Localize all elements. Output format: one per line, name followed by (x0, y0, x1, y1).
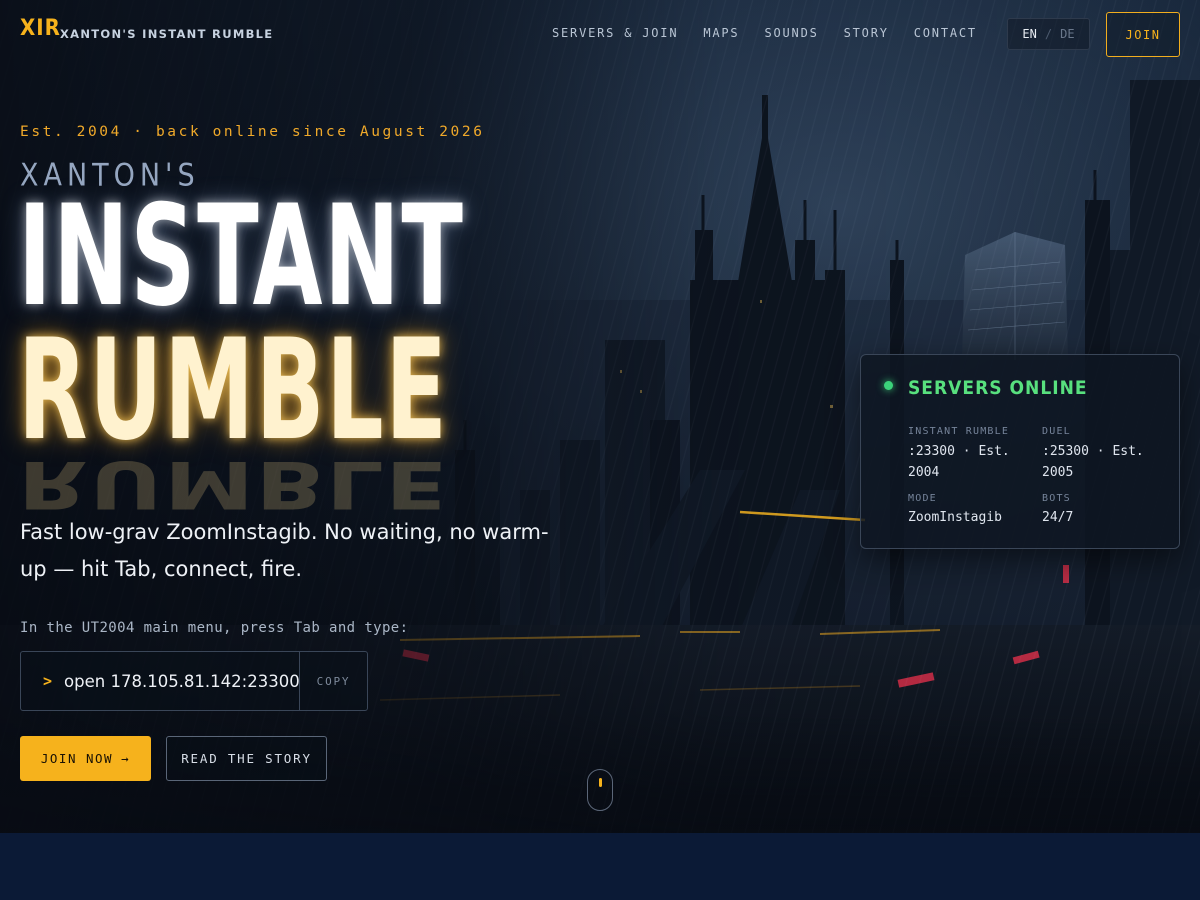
read-story-button[interactable]: READ THE STORY (166, 736, 327, 781)
nav-links: SERVERS & JOIN MAPS SOUNDS STORY CONTACT (552, 26, 977, 40)
language-switcher: EN / DE (1007, 18, 1090, 50)
hero-eyebrow: Est. 2004 · back online since August 202… (20, 124, 485, 140)
nav-link-servers-join[interactable]: SERVERS & JOIN (552, 26, 678, 40)
server-value-bots: 24/7 (1042, 510, 1074, 525)
server-label-bots: BOTS (1042, 493, 1071, 504)
online-status-dot-icon (884, 381, 893, 390)
copy-command-button[interactable]: COPY (299, 652, 367, 710)
nav-join-button[interactable]: JOIN (1106, 12, 1180, 57)
prompt-icon: > (43, 672, 53, 690)
hero-title-reflection: RUMBLE (18, 446, 449, 523)
hero-title-rumble: RUMBLE (18, 308, 449, 472)
server-value-instant-rumble: :23300 · Est. 2004 (908, 444, 1010, 480)
logo-mark[interactable]: XIR (20, 16, 61, 41)
server-value-mode: ZoomInstagib (908, 510, 1002, 525)
lang-en[interactable]: EN (1022, 27, 1036, 41)
servers-online-card: SERVERS ONLINE INSTANT RUMBLE :23300 · E… (860, 354, 1180, 549)
lang-separator: / (1044, 27, 1053, 41)
lang-de[interactable]: DE (1060, 27, 1074, 41)
hero-section: XIR XANTON'S INSTANT RUMBLE SERVERS & JO… (0, 0, 1200, 833)
join-now-label: JOIN NOW (40, 751, 114, 766)
logo-text[interactable]: XANTON'S INSTANT RUMBLE (60, 27, 273, 41)
nav-link-contact[interactable]: CONTACT (914, 26, 977, 40)
connect-instruction: In the UT2004 main menu, press Tab and t… (20, 620, 409, 636)
hero-title-instant: INSTANT (18, 174, 465, 338)
arrow-right-icon: → (121, 751, 131, 766)
nav-link-maps[interactable]: MAPS (703, 26, 739, 40)
server-label-mode: MODE (908, 493, 937, 504)
nav-link-sounds[interactable]: SOUNDS (764, 26, 818, 40)
scroll-wheel-indicator (599, 778, 602, 787)
server-label-instant-rumble: INSTANT RUMBLE (908, 426, 1010, 437)
hero-tagline: Fast low-grav ZoomInstagib. No waiting, … (20, 520, 549, 581)
next-section-strip (0, 833, 1200, 900)
connect-command-box: > open 178.105.81.142:23300 COPY (20, 651, 368, 711)
join-now-button[interactable]: JOIN NOW → (20, 736, 151, 781)
scroll-mouse-icon[interactable] (587, 769, 613, 811)
server-value-duel: :25300 · Est. 2005 (1042, 444, 1144, 480)
top-navigation: XIR XANTON'S INSTANT RUMBLE SERVERS & JO… (0, 0, 1200, 68)
server-label-duel: DUEL (1042, 426, 1071, 437)
servers-online-title: SERVERS ONLINE (908, 377, 1088, 399)
connect-command-text[interactable]: open 178.105.81.142:23300 (64, 672, 300, 691)
nav-link-story[interactable]: STORY (844, 26, 889, 40)
